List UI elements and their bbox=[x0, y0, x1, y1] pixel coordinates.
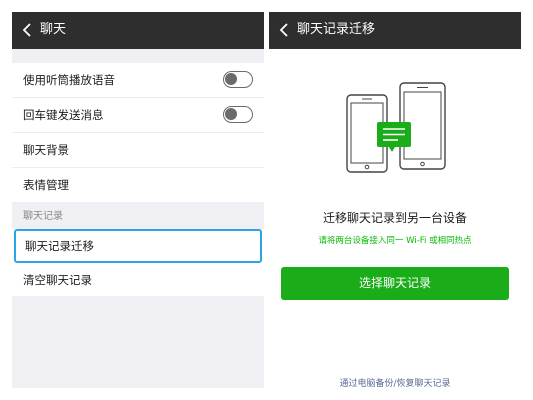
page-title: 聊天记录迁移 bbox=[297, 22, 376, 37]
setting-label: 聊天背景 bbox=[23, 143, 69, 157]
nav-bar: 聊天记录迁移 bbox=[269, 12, 521, 49]
back-arrow-icon[interactable] bbox=[20, 22, 36, 38]
migrate-history-screen: 聊天记录迁移 迁移聊天记录到另一台设备 请将两台设备接入同一 Wi-Fi 或相同… bbox=[269, 12, 521, 388]
setting-row-chat-background[interactable]: 聊天背景 bbox=[12, 133, 264, 168]
group-title: 聊天记录 bbox=[23, 211, 63, 222]
setting-row-sticker-management[interactable]: 表情管理 bbox=[12, 168, 264, 202]
chat-settings-section: 使用听筒播放语音 回车键发送消息 聊天背景 表情管理 bbox=[12, 63, 264, 202]
chat-history-section: 聊天记录迁移 清空聊天记录 bbox=[12, 229, 264, 297]
setting-label: 使用听筒播放语音 bbox=[23, 73, 115, 87]
earpiece-toggle[interactable] bbox=[223, 71, 253, 88]
setting-row-clear-history[interactable]: 清空聊天记录 bbox=[12, 263, 264, 297]
page-title: 聊天 bbox=[40, 22, 67, 37]
toggle-knob bbox=[225, 73, 237, 85]
setting-row-earpiece: 使用听筒播放语音 bbox=[12, 63, 264, 98]
group-header-chat-history: 聊天记录 bbox=[12, 202, 264, 229]
pc-backup-restore-link[interactable]: 通过电脑备份/恢复聊天记录 bbox=[269, 376, 521, 388]
migration-heading: 迁移聊天记录到另一台设备 bbox=[322, 211, 467, 225]
toggle-knob bbox=[225, 108, 237, 120]
wifi-hint: 请将两台设备接入同一 Wi-Fi 或相同热点 bbox=[318, 236, 472, 246]
setting-label: 清空聊天记录 bbox=[23, 273, 92, 287]
select-chat-history-button[interactable]: 选择聊天记录 bbox=[281, 267, 509, 300]
setting-label: 聊天记录迁移 bbox=[25, 239, 94, 253]
setting-label: 表情管理 bbox=[23, 178, 69, 192]
setting-label: 回车键发送消息 bbox=[23, 108, 104, 122]
nav-bar: 聊天 bbox=[12, 12, 264, 49]
back-arrow-icon[interactable] bbox=[277, 22, 293, 38]
setting-row-enter-send: 回车键发送消息 bbox=[12, 98, 264, 133]
chat-settings-screen: 聊天 使用听筒播放语音 回车键发送消息 聊天背景 表情管理 聊天记录 聊天记录迁… bbox=[12, 12, 264, 388]
empty-area bbox=[12, 296, 264, 388]
device-migration-illustration bbox=[346, 82, 446, 173]
enter-send-toggle[interactable] bbox=[223, 106, 253, 123]
setting-row-migrate-history[interactable]: 聊天记录迁移 bbox=[14, 229, 262, 263]
